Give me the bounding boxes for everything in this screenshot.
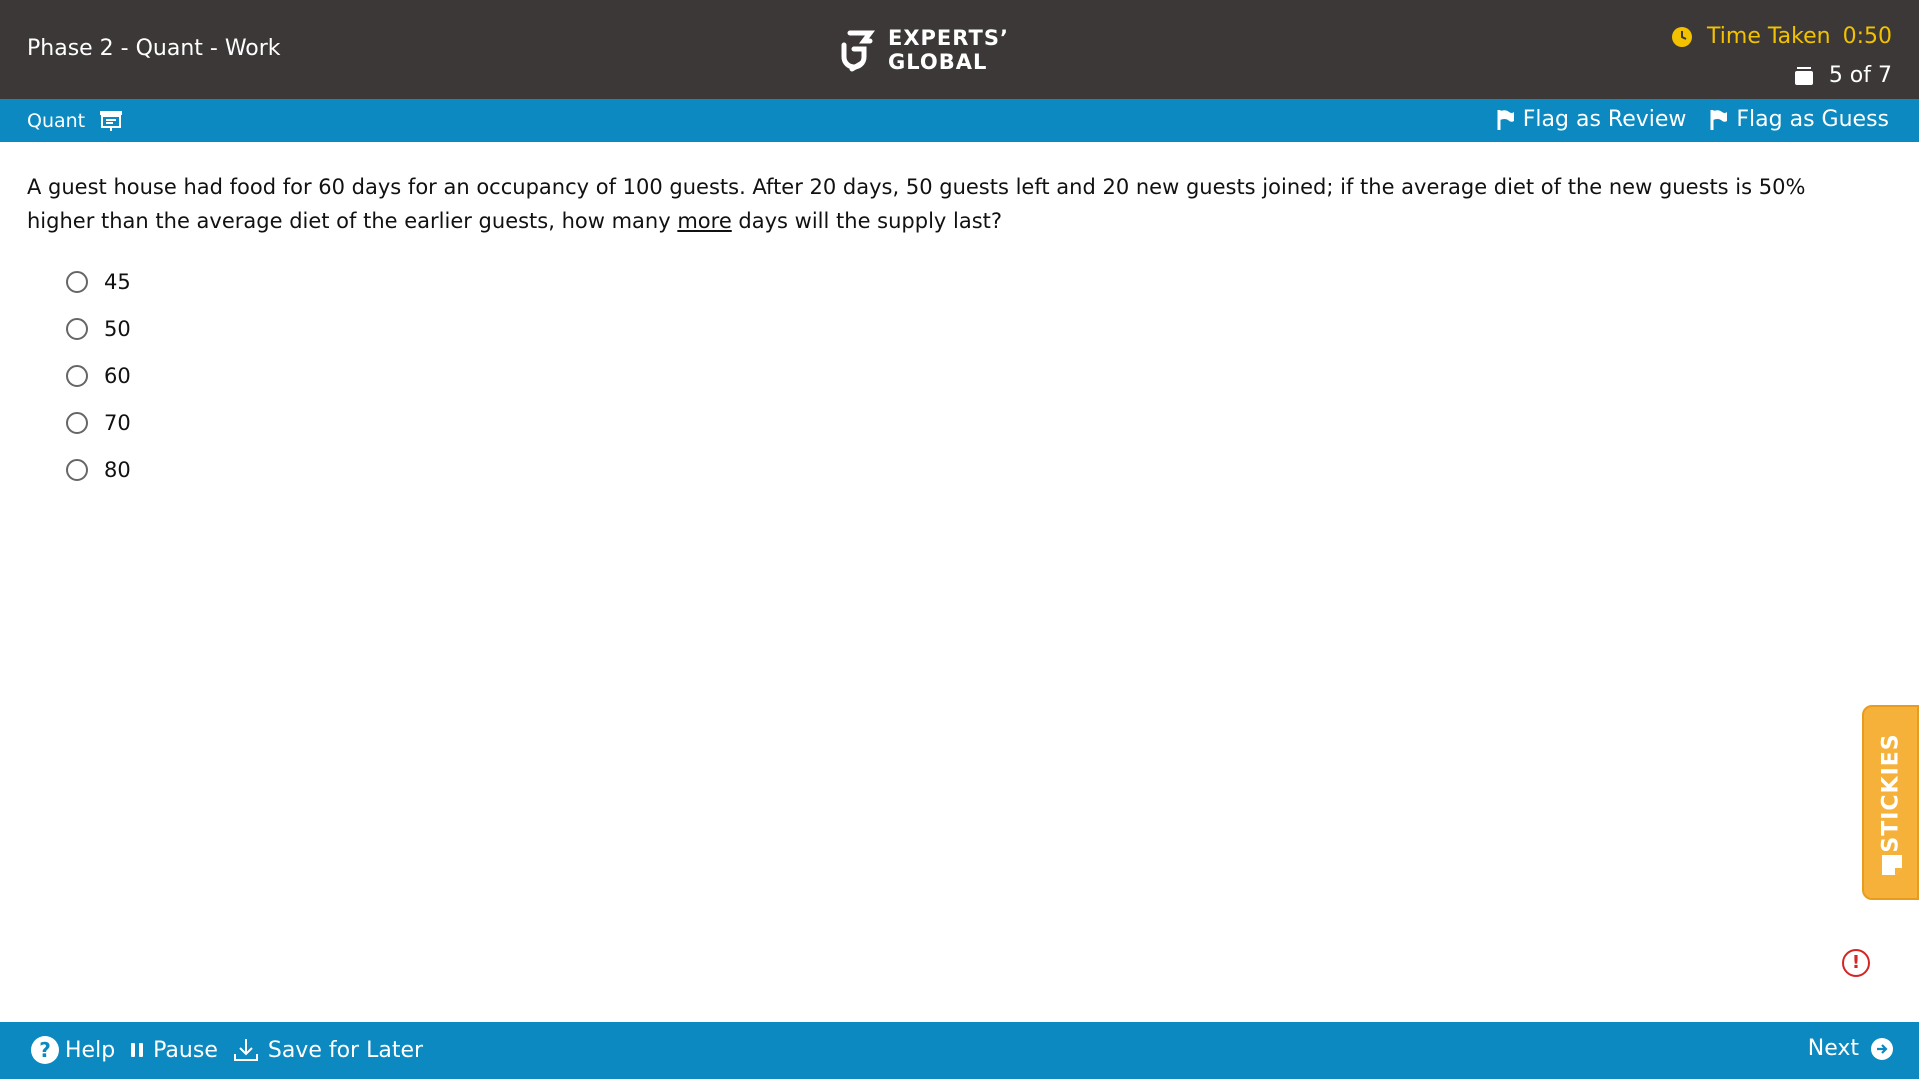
whiteboard-icon[interactable] [99, 110, 123, 132]
download-icon [233, 1039, 258, 1061]
option-label: 60 [104, 363, 131, 388]
save-for-later-label: Save for Later [267, 1037, 424, 1063]
flag-icon [1710, 109, 1728, 130]
clock-icon [1672, 26, 1693, 47]
pause-button[interactable]: Pause [129, 1038, 218, 1063]
answer-option[interactable]: 50 [66, 305, 131, 352]
top-bar: Phase 2 - Quant - Work EXPERTS’ GLOBAL T… [0, 0, 1919, 99]
radio-button[interactable] [66, 270, 88, 293]
radio-button[interactable] [66, 364, 88, 387]
stickies-tab[interactable]: STICKIES [1862, 705, 1919, 900]
counter-text: 5 of 7 [1828, 63, 1892, 88]
timer: Time Taken 0:50 [1671, 24, 1892, 49]
question-text-end: days will the supply last? [731, 209, 1003, 233]
help-label: Help [65, 1037, 116, 1063]
option-label: 70 [104, 410, 131, 435]
answer-option[interactable]: 45 [66, 258, 131, 305]
question-counter: 5 of 7 [1793, 63, 1892, 88]
flag-icon [1497, 109, 1514, 130]
flag-guess-label: Flag as Guess [1736, 107, 1889, 132]
logo-text-line1: EXPERTS’ [888, 26, 1009, 50]
time-taken-value: 0:50 [1842, 24, 1892, 49]
stickies-label: STICKIES [1878, 733, 1903, 853]
option-label: 50 [104, 316, 131, 341]
next-label: Next [1807, 1036, 1859, 1061]
logo-text-line2: GLOBAL [888, 50, 988, 74]
section-name: Quant [27, 110, 86, 132]
pause-icon [131, 1043, 144, 1057]
experts-global-logo: EXPERTS’ GLOBAL [840, 26, 1009, 74]
flag-as-review-button[interactable]: Flag as Review [1497, 107, 1687, 132]
help-icon: ? [31, 1036, 59, 1064]
pause-label: Pause [153, 1037, 218, 1063]
flag-actions: Flag as Review Flag as Guess [1473, 107, 1889, 132]
next-button[interactable]: Next [1808, 1036, 1893, 1061]
section-bar: Quant Flag as Review Flag as Guess [0, 99, 1919, 142]
question-emphasis: more [677, 209, 732, 233]
option-label: 80 [104, 457, 131, 482]
radio-button[interactable] [66, 317, 88, 340]
question-stem: A guest house had food for 60 days for a… [27, 170, 1867, 238]
bottom-bar: ? Help Pause Save for Later Next [0, 1022, 1919, 1079]
radio-button[interactable] [66, 411, 88, 434]
flag-as-guess-button[interactable]: Flag as Guess [1710, 107, 1889, 132]
answer-option[interactable]: 80 [66, 446, 131, 493]
report-issue-icon[interactable]: ! [1842, 949, 1870, 977]
arrow-right-icon [1871, 1037, 1893, 1060]
help-button[interactable]: ? Help [31, 1036, 115, 1064]
option-label: 45 [104, 269, 131, 294]
section-label-group: Quant [27, 110, 123, 132]
question-stack-icon [1794, 66, 1813, 85]
test-title: Phase 2 - Quant - Work [27, 36, 281, 61]
logo-mark-icon [841, 30, 875, 72]
answer-option[interactable]: 70 [66, 399, 131, 446]
sticky-note-icon [1882, 855, 1902, 875]
radio-button[interactable] [66, 458, 88, 481]
time-taken-label: Time Taken [1707, 24, 1831, 49]
flag-review-label: Flag as Review [1522, 107, 1687, 132]
save-for-later-button[interactable]: Save for Later [232, 1036, 423, 1064]
answer-options: 45 50 60 70 80 [66, 258, 131, 493]
bottom-actions: ? Help Pause Save for Later [31, 1036, 437, 1064]
answer-option[interactable]: 60 [66, 352, 131, 399]
